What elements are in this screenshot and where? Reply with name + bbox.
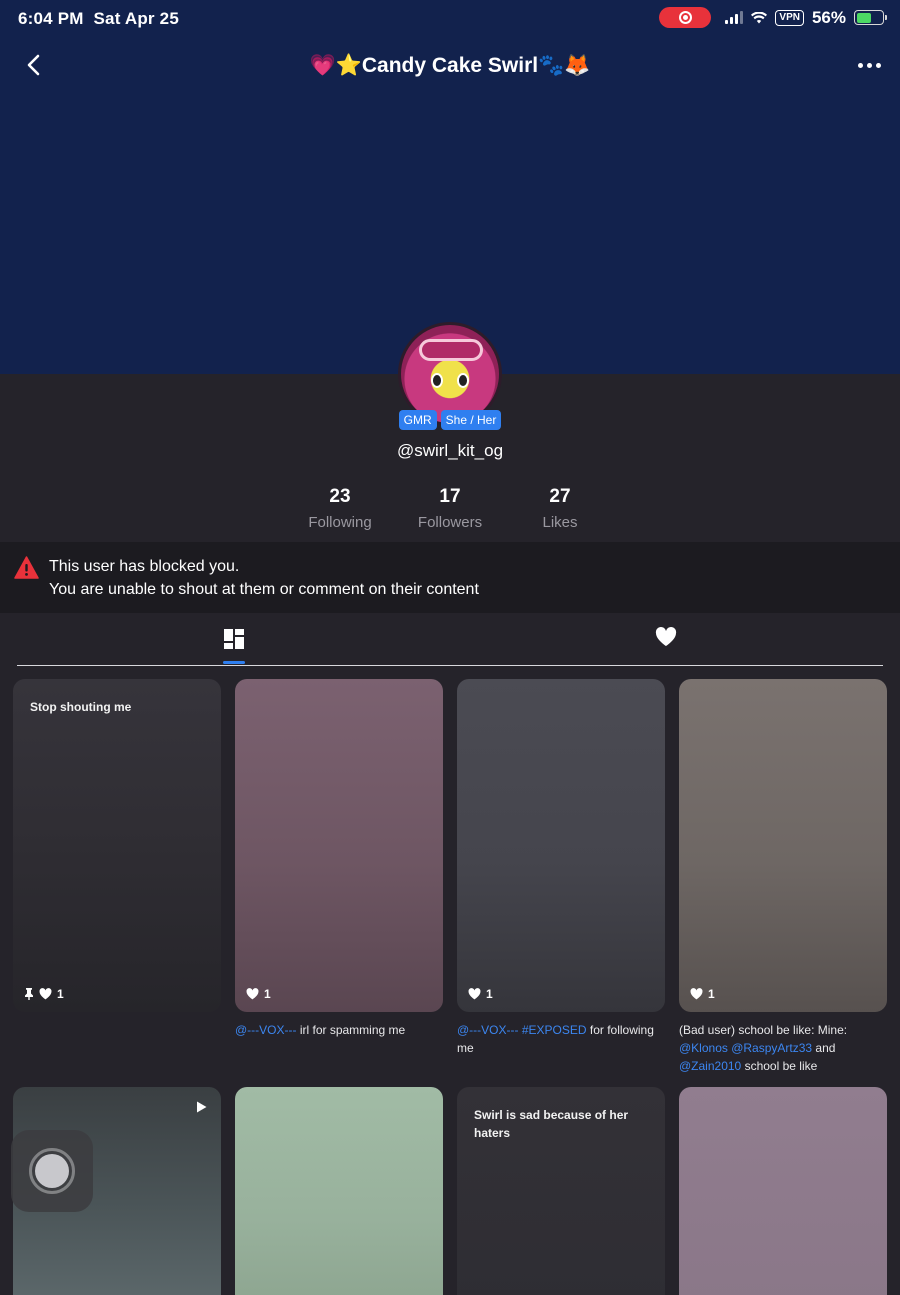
like-heart-icon — [468, 988, 481, 1000]
assistive-touch-button[interactable] — [11, 1130, 93, 1212]
battery-percent: 56% — [811, 7, 846, 27]
wifi-icon — [751, 11, 768, 23]
cellular-signal-icon — [725, 11, 744, 24]
status-indicators: VPN 56% — [659, 7, 887, 28]
vpn-indicator: VPN — [775, 9, 804, 26]
post-meta: 1 — [468, 987, 493, 1001]
heart-icon[interactable] — [655, 627, 677, 647]
mention-link[interactable]: @---VOX--- — [457, 1023, 519, 1037]
post-card[interactable]: 1 — [235, 679, 443, 1012]
like-count: 1 — [486, 987, 493, 1001]
stat-likes[interactable]: 27 Likes — [505, 486, 615, 531]
like-count: 1 — [264, 987, 271, 1001]
screen-record-icon[interactable] — [659, 7, 712, 28]
status-date: Sat Apr 25 — [93, 9, 179, 28]
battery-icon — [854, 10, 887, 25]
like-heart-icon — [690, 988, 703, 1000]
like-count: 1 — [57, 987, 64, 1001]
ellipsis-icon — [857, 62, 863, 68]
page-title: 💗⭐Candy Cake Swirl🐾🦊 — [309, 54, 591, 77]
like-count: 1 — [708, 987, 715, 1001]
content-tabs — [17, 614, 883, 666]
like-heart-icon — [39, 988, 52, 1000]
post-card[interactable]: Stop shouting me 1 — [13, 679, 221, 1012]
mention-link[interactable]: @Zain2010 — [679, 1059, 741, 1073]
post-meta: 1 — [690, 987, 715, 1001]
profile-badges: GMR She / Her — [0, 410, 900, 430]
avatar-goggles — [419, 339, 483, 361]
stat-followers[interactable]: 17 Followers — [395, 486, 505, 531]
blocked-title: This user has blocked you. — [49, 558, 240, 575]
pin-icon — [25, 988, 33, 1000]
post-caption: @---VOX--- #EXPOSED for following me — [457, 1023, 654, 1055]
badge-pronouns: She / Her — [440, 410, 502, 430]
mention-link[interactable]: @Klonos — [679, 1041, 728, 1055]
post-caption: (Bad user) school be like: Mine: @Klonos… — [679, 1023, 848, 1073]
post-card[interactable] — [235, 1087, 443, 1295]
mention-link[interactable]: @RaspyArtz33 — [728, 1041, 812, 1055]
status-bar: 6:04 PM Sat Apr 25 VPN 56% — [0, 0, 900, 36]
post-meta: 1 — [24, 987, 64, 1001]
stat-following[interactable]: 23 Following — [285, 486, 395, 531]
blocked-notice: This user has blocked you. You are unabl… — [0, 542, 900, 613]
post-card[interactable]: 1 — [679, 679, 887, 1012]
more-options-button[interactable] — [852, 52, 886, 78]
mention-link[interactable]: @---VOX--- — [235, 1023, 297, 1037]
hashtag-link[interactable]: #EXPOSED — [519, 1023, 587, 1037]
username: @swirl_kit_og — [396, 441, 504, 460]
post-card[interactable]: Swirl is sad because of her haters — [457, 1087, 665, 1295]
post-card[interactable]: 1 — [457, 679, 665, 1012]
active-tab-indicator — [223, 661, 245, 664]
warning-icon — [14, 556, 39, 579]
status-time: 6:04 PM Sat Apr 25 — [18, 9, 179, 28]
grid-icon[interactable] — [223, 628, 245, 650]
post-card[interactable] — [679, 1087, 887, 1295]
like-heart-icon — [246, 988, 259, 1000]
play-icon — [197, 1101, 207, 1113]
badge-gmr: GMR — [398, 410, 437, 430]
post-meta: 1 — [246, 987, 271, 1001]
profile-stats: 23 Following 17 Followers 27 Likes — [285, 486, 615, 531]
post-caption: @---VOX--- irl for spamming me — [235, 1023, 406, 1037]
blocked-message: You are unable to shout at them or comme… — [49, 581, 479, 598]
